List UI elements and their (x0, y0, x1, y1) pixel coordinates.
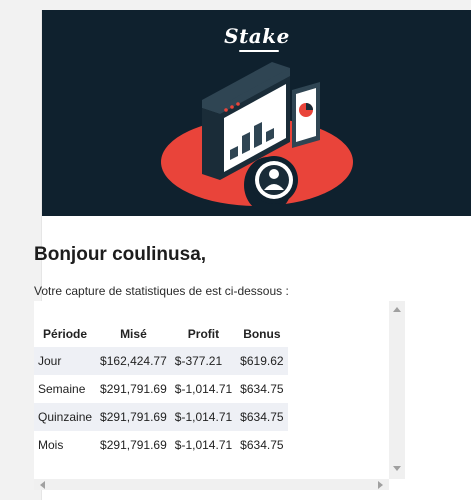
header-banner: Stake (42, 10, 471, 216)
cell-periode: Quinzaine (34, 403, 97, 431)
table-header-row: Période Misé Profit Bonus (34, 321, 288, 347)
horizontal-scrollbar[interactable] (34, 479, 389, 490)
cell-mise: $291,791.69 (100, 382, 167, 396)
cell-periode: Jour (34, 347, 97, 375)
greeting-heading: Bonjour coulinusa, (34, 244, 207, 265)
header-mise: Misé (120, 327, 147, 341)
stats-table: Période Misé Profit Bonus Jour $162,424.… (34, 321, 288, 459)
scroll-up-icon[interactable] (393, 307, 401, 312)
content: Bonjour coulinusa, Votre capture de stat… (34, 244, 414, 298)
cell-mise: $162,424.77 (96, 347, 171, 375)
header-periode: Période (43, 327, 88, 341)
table-row: Semaine $291,791.69 $-1,014.71 $634.75 (34, 375, 288, 403)
scroll-down-icon[interactable] (393, 466, 401, 471)
table-row: Mois $291,791.69 $-1,014.71 $634.75 (34, 431, 288, 459)
stats-table-container[interactable]: Période Misé Profit Bonus Jour $162,424.… (34, 301, 405, 490)
vertical-scrollbar[interactable] (389, 301, 405, 479)
dashboard-illustration (161, 62, 353, 213)
intro-text: Votre capture de statistiques de est ci-… (34, 284, 289, 298)
table-row: Quinzaine $291,791.69 $-1,014.71 $634.75 (34, 403, 288, 431)
cell-bonus: $634.75 (240, 438, 284, 452)
cell-profit: $-1,014.71 (170, 403, 237, 431)
table-row: Jour $162,424.77 $-377.21 $619.62 (34, 347, 288, 375)
cell-bonus: $634.75 (236, 403, 288, 431)
header-profit: Profit (187, 327, 220, 341)
cell-periode: Semaine (38, 382, 86, 396)
cell-bonus: $619.62 (236, 347, 288, 375)
scroll-right-icon[interactable] (378, 481, 383, 489)
cell-bonus: $634.75 (240, 382, 284, 396)
cell-mise: $291,791.69 (100, 438, 167, 452)
cell-profit: $-1,014.71 (174, 438, 233, 452)
cell-profit: $-1,014.71 (174, 382, 233, 396)
cell-mise: $291,791.69 (96, 403, 171, 431)
scroll-left-icon[interactable] (40, 481, 45, 489)
cell-profit: $-377.21 (170, 347, 237, 375)
header-bonus: Bonus (243, 327, 281, 341)
cell-periode: Mois (38, 438, 64, 452)
